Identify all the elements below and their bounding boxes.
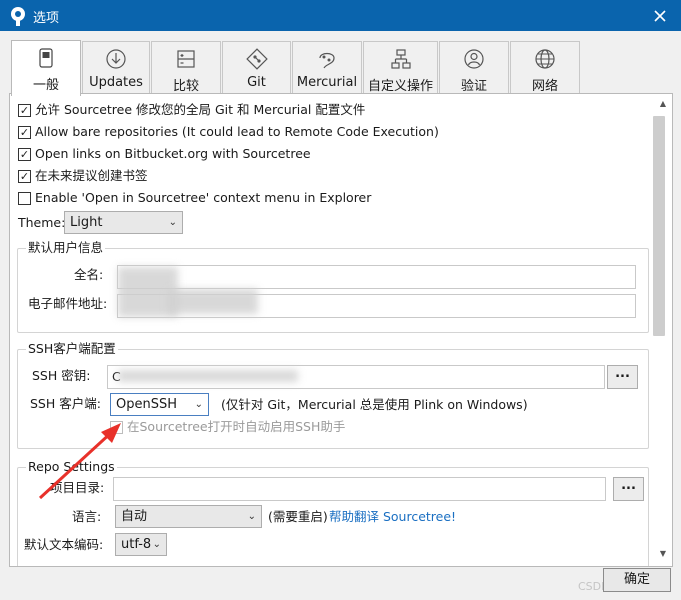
redacted-blur [118,370,298,382]
tab-label: Git [247,75,266,90]
tab-label: 网络 [531,79,558,94]
tab-git[interactable]: Git [222,41,291,94]
ssh-client-label: SSH 客户端: [30,396,101,411]
tab-label: 自定义操作 [367,79,433,94]
user-info-group: 默认用户信息 全名: 电子邮件地址: [17,240,649,333]
window-title: 选项 [33,11,60,26]
option-label: 在未来提议创建书签 [35,168,148,183]
git-icon [245,48,268,70]
project-dir-input[interactable] [113,477,606,501]
encoding-value: utf-8 [121,537,152,552]
project-dir-browse-button[interactable]: ... [613,477,644,501]
tab-label: Updates [89,75,143,90]
chevron-down-icon: ⌄ [194,399,203,410]
mercurial-icon [319,52,335,69]
tab-label: Mercurial [296,75,358,90]
tab-mercurial[interactable]: Mercurial [292,41,362,94]
option-label: Allow bare repositories (It could lead t… [35,124,439,139]
scroll-down-arrow[interactable]: ▼ [658,549,668,559]
download-icon [106,49,126,69]
option-label: 允许 Sourcetree 修改您的全局 Git 和 Mercurial 配置文… [35,102,366,117]
ssh-key-browse-button[interactable]: ... [607,365,638,389]
checkbox[interactable]: ✓ [18,104,31,117]
language-value: 自动 [121,509,148,524]
diff-icon [177,50,195,68]
project-dir-label: 项目目录: [50,480,105,495]
checkbox[interactable]: ✓ [18,126,31,139]
tab-label: 一般 [32,78,59,93]
switch-icon [39,48,53,68]
checkbox[interactable]: ✓ [18,148,31,161]
tab-updates[interactable]: Updates [82,41,150,94]
repo-settings-group: Repo Settings 项目目录: ... 语言: 自动 ⌄ (需要重启) … [17,459,649,566]
title-bar: 选项 [0,0,681,31]
ssh-config-group: SSH客户端配置 SSH 密钥: C ... SSH 客户端: OpenSSH … [17,341,649,449]
encoding-label: 默认文本编码: [24,537,104,552]
fullname-label: 全名: [74,267,104,282]
ssh-client-note: (仅针对 Git，Mercurial 总是使用 Plink on Windows… [221,397,528,412]
encoding-select[interactable]: utf-8 ⌄ [115,533,167,556]
ok-button[interactable]: 确定 [603,568,671,592]
option-label: Open links on Bitbucket.org with Sourcet… [35,146,311,161]
general-settings-panel: ▲ ▼ ✓ 允许 Sourcetree 修改您的全局 Git 和 Mercuri… [9,93,673,567]
email-label: 电子邮件地址: [28,296,108,311]
checkbox[interactable] [110,421,123,434]
redacted-blur [168,289,258,314]
group-title: 默认用户信息 [26,240,106,256]
tab-diff[interactable]: 比较 [151,41,221,94]
flowchart-icon [390,49,411,69]
tab-custom-actions[interactable]: 自定义操作 [363,41,438,94]
tab-label: 比较 [172,79,199,94]
ssh-key-label: SSH 密钥: [32,368,91,383]
globe-icon [535,49,555,69]
ssh-client-select[interactable]: OpenSSH ⌄ [110,393,209,416]
close-icon[interactable] [649,5,671,27]
scrollbar-thumb[interactable] [653,116,665,336]
translate-link[interactable]: 帮助翻译 Sourcetree! [329,508,456,526]
tab-strip: 一般 Updates 比较 Git Mercurial 自定义操作 验证 网络 [11,40,671,96]
checkbox[interactable] [18,192,31,205]
group-title: SSH客户端配置 [26,341,118,357]
tab-general[interactable]: 一般 [11,40,81,96]
ssh-client-value: OpenSSH [116,397,178,412]
chevron-down-icon: ⌄ [168,217,177,228]
option-label: 在Sourcetree打开时自动启用SSH助手 [127,419,346,434]
scroll-up-arrow[interactable]: ▲ [658,99,668,109]
fullname-input[interactable] [117,265,636,289]
theme-value: Light [70,215,103,230]
tab-network[interactable]: 网络 [510,41,580,94]
tab-authentication[interactable]: 验证 [439,41,509,94]
restart-note: (需要重启) [268,509,328,524]
theme-label: Theme: [18,215,66,230]
chevron-down-icon: ⌄ [247,511,256,522]
language-label: 语言: [72,509,102,524]
language-select[interactable]: 自动 ⌄ [115,505,262,528]
group-title: Repo Settings [26,459,117,475]
sourcetree-logo-icon [11,7,25,26]
checkbox[interactable]: ✓ [18,170,31,183]
tab-label: 验证 [460,79,487,94]
theme-select[interactable]: Light ⌄ [64,211,183,234]
option-label: Enable 'Open in Sourcetree' context menu… [35,190,372,205]
user-icon [464,49,484,69]
chevron-down-icon: ⌄ [152,539,161,550]
